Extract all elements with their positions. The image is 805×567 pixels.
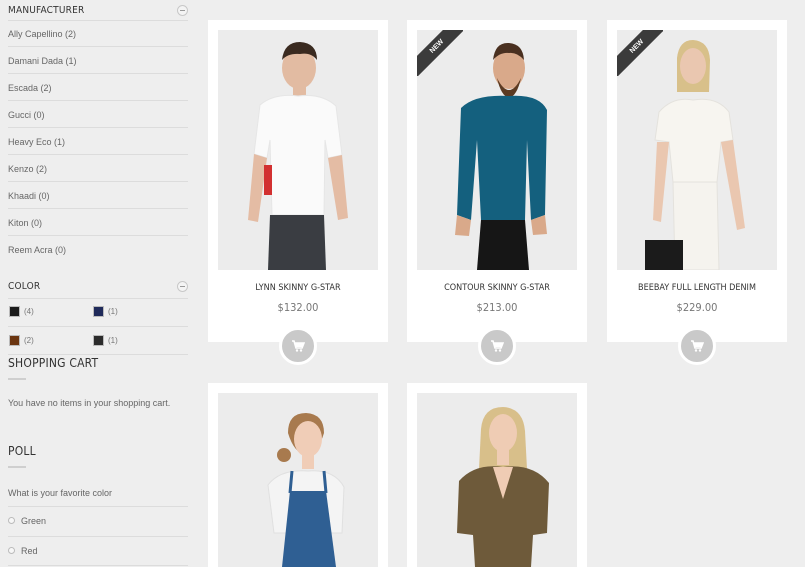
product-name[interactable]: BEEBAY FULL LENGTH DENIM	[607, 283, 787, 293]
manufacturer-item-kiton[interactable]: Kiton (0)	[8, 209, 188, 236]
cart-icon	[491, 340, 504, 352]
color-count: (2)	[24, 336, 34, 345]
color-count: (4)	[24, 307, 34, 316]
manufacturer-label[interactable]: Ally Capellino (2)	[8, 27, 76, 41]
poll-option-label[interactable]: Green	[21, 516, 46, 526]
manufacturer-filter-header[interactable]: MANUFACTURER	[8, 5, 188, 19]
poll-option-label[interactable]: Red	[21, 546, 38, 556]
product-image[interactable]: NEW	[417, 30, 577, 270]
color-count: (1)	[108, 336, 118, 345]
manufacturer-label[interactable]: Gucci (0)	[8, 108, 45, 122]
collapse-icon[interactable]	[177, 281, 188, 292]
cart-empty-text: You have no items in your shopping cart.	[8, 398, 171, 408]
divider	[8, 298, 188, 299]
divider	[8, 536, 188, 537]
cart-icon	[691, 340, 704, 352]
manufacturer-item-kenzo[interactable]: Kenzo (2)	[8, 155, 188, 182]
manufacturer-label[interactable]: Damani Dada (1)	[8, 54, 77, 68]
collapse-icon[interactable]	[177, 5, 188, 16]
manufacturer-label[interactable]: Heavy Eco (1)	[8, 135, 65, 149]
product-card: LYNN SKINNY G-STAR $132.00	[208, 20, 388, 365]
color-count: (1)	[108, 307, 118, 316]
product-price: $213.00	[476, 301, 518, 314]
color-swatch-black[interactable]	[9, 306, 20, 317]
poll-option-radio[interactable]	[8, 547, 15, 554]
manufacturer-label[interactable]: Khaadi (0)	[8, 189, 50, 203]
color-swatch-charcoal[interactable]	[93, 335, 104, 346]
poll-title: POLL	[8, 444, 36, 458]
title-underline	[8, 378, 26, 380]
product-image[interactable]	[218, 30, 378, 270]
product-card: NEW CONTOUR SKINNY G-STAR $213.00	[407, 20, 587, 365]
color-swatch-navy[interactable]	[93, 306, 104, 317]
product-name[interactable]: CONTOUR SKINNY G-STAR	[407, 283, 587, 293]
shopping-cart-title: SHOPPING CART	[8, 356, 99, 370]
product-name[interactable]: LYNN SKINNY G-STAR	[208, 283, 388, 293]
poll-question: What is your favorite color	[8, 488, 113, 498]
add-to-cart-button[interactable]	[279, 327, 317, 365]
product-image[interactable]	[218, 393, 378, 567]
poll-option-radio[interactable]	[8, 517, 15, 524]
product-card	[208, 383, 388, 567]
new-badge: NEW	[417, 30, 463, 76]
manufacturer-label[interactable]: Kenzo (2)	[8, 162, 47, 176]
add-to-cart-button[interactable]	[478, 327, 516, 365]
color-filter-header[interactable]: COLOR	[8, 281, 188, 295]
product-card	[407, 383, 587, 567]
color-swatch-brown[interactable]	[9, 335, 20, 346]
product-price: $132.00	[277, 301, 319, 314]
product-image[interactable]: NEW	[617, 30, 777, 270]
add-to-cart-button[interactable]	[678, 327, 716, 365]
manufacturer-label[interactable]: Escada (2)	[8, 81, 52, 95]
manufacturer-item-khaadi[interactable]: Khaadi (0)	[8, 182, 188, 209]
manufacturer-item-damani-dada[interactable]: Damani Dada (1)	[8, 47, 188, 74]
manufacturer-item-escada[interactable]: Escada (2)	[8, 74, 188, 101]
product-price: $229.00	[676, 301, 718, 314]
divider	[8, 506, 188, 507]
manufacturer-title: MANUFACTURER	[8, 5, 85, 16]
manufacturer-label[interactable]: Kiton (0)	[8, 216, 42, 230]
divider	[8, 354, 188, 355]
divider	[8, 326, 188, 327]
product-image[interactable]	[417, 393, 577, 567]
cart-icon	[292, 340, 305, 352]
manufacturer-item-reem-acra[interactable]: Reem Acra (0)	[8, 236, 188, 263]
divider	[8, 565, 188, 566]
manufacturer-item-heavy-eco[interactable]: Heavy Eco (1)	[8, 128, 188, 155]
title-underline	[8, 466, 26, 468]
manufacturer-item-gucci[interactable]: Gucci (0)	[8, 101, 188, 128]
new-badge: NEW	[617, 30, 663, 76]
manufacturer-label[interactable]: Reem Acra (0)	[8, 243, 66, 257]
manufacturer-item-ally-capellino[interactable]: Ally Capellino (2)	[8, 20, 188, 47]
color-title: COLOR	[8, 281, 41, 292]
product-card: NEW BEEBAY FULL LENGTH DENIM $229.00	[607, 20, 787, 365]
